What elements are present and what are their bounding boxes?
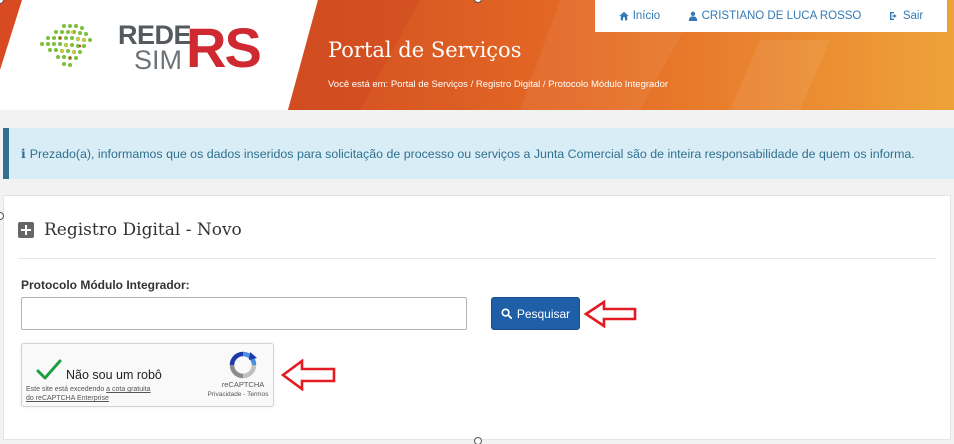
page: REDE SIM RS Portal de Serviços Você está… [0, 0, 954, 444]
nav-home-label: Início [632, 10, 661, 22]
nav-user-link[interactable]: CRISTIANO DE LUCA ROSSO [688, 10, 862, 22]
recaptcha-enterprise-link[interactable]: do reCAPTCHA Enterprise [26, 395, 109, 402]
nav-user-label: CRISTIANO DE LUCA ROSSO [701, 10, 862, 22]
recaptcha-logo-icon [229, 351, 257, 379]
panel-divider [18, 258, 936, 259]
panel-title: Registro Digital - Novo [44, 220, 242, 240]
recaptcha-warning-text: Este site está excedendo [26, 386, 107, 393]
search-icon [501, 308, 512, 319]
recaptcha-widget: Não sou um robô Este site está excedendo… [21, 343, 274, 407]
info-icon: i [21, 146, 26, 161]
protocol-input[interactable] [21, 297, 467, 330]
rs-map-logo-icon [40, 24, 92, 67]
registro-digital-panel: Registro Digital - Novo Protocolo Módulo… [3, 195, 951, 440]
logo-sim-text: SIM [134, 45, 183, 75]
recaptcha-brand: reCAPTCHA [221, 380, 265, 389]
protocol-field-label: Protocolo Módulo Integrador: [21, 278, 190, 292]
breadcrumb: Você está em: Portal de Serviços / Regis… [328, 79, 669, 90]
recaptcha-quota-link[interactable]: a cota gratuita [106, 386, 150, 393]
arrow-left-icon [281, 359, 336, 391]
nav-logout-link[interactable]: Sair [889, 10, 923, 22]
info-alert: i Prezado(a), informamos que os dados ins… [3, 128, 954, 179]
recaptcha-privacy-terms[interactable]: Privacidade - Termos [198, 391, 278, 398]
checkmark-icon[interactable] [36, 357, 62, 383]
resize-handle[interactable] [474, 437, 482, 444]
home-icon [619, 11, 629, 21]
recaptcha-label: Não sou um robô [66, 368, 162, 382]
search-button-label: Pesquisar [516, 306, 571, 321]
plus-square-icon[interactable] [18, 222, 34, 238]
header: REDE SIM RS Portal de Serviços Você está… [0, 0, 954, 110]
info-alert-text-wrap: i Prezado(a), informamos que os dados ins… [21, 146, 915, 161]
panel-header: Registro Digital - Novo [18, 220, 242, 240]
rede-sim-rs-logo[interactable]: REDE SIM RS [34, 14, 262, 84]
user-icon [688, 11, 697, 21]
info-alert-text: Prezado(a), informamos que os dados inse… [29, 147, 915, 161]
arrow-left-icon [584, 300, 637, 328]
top-navigation: Início CRISTIANO DE LUCA ROSSO Sair [595, 0, 947, 32]
nav-logout-label: Sair [902, 10, 924, 22]
search-button[interactable]: Pesquisar [491, 297, 580, 330]
recaptcha-warning: Este site está excedendo a cota gratuita… [26, 385, 151, 403]
portal-title: Portal de Serviços [328, 38, 522, 62]
nav-home-link[interactable]: Início [619, 10, 661, 22]
logout-icon [889, 12, 897, 20]
logo-rs-text: RS [186, 16, 262, 79]
